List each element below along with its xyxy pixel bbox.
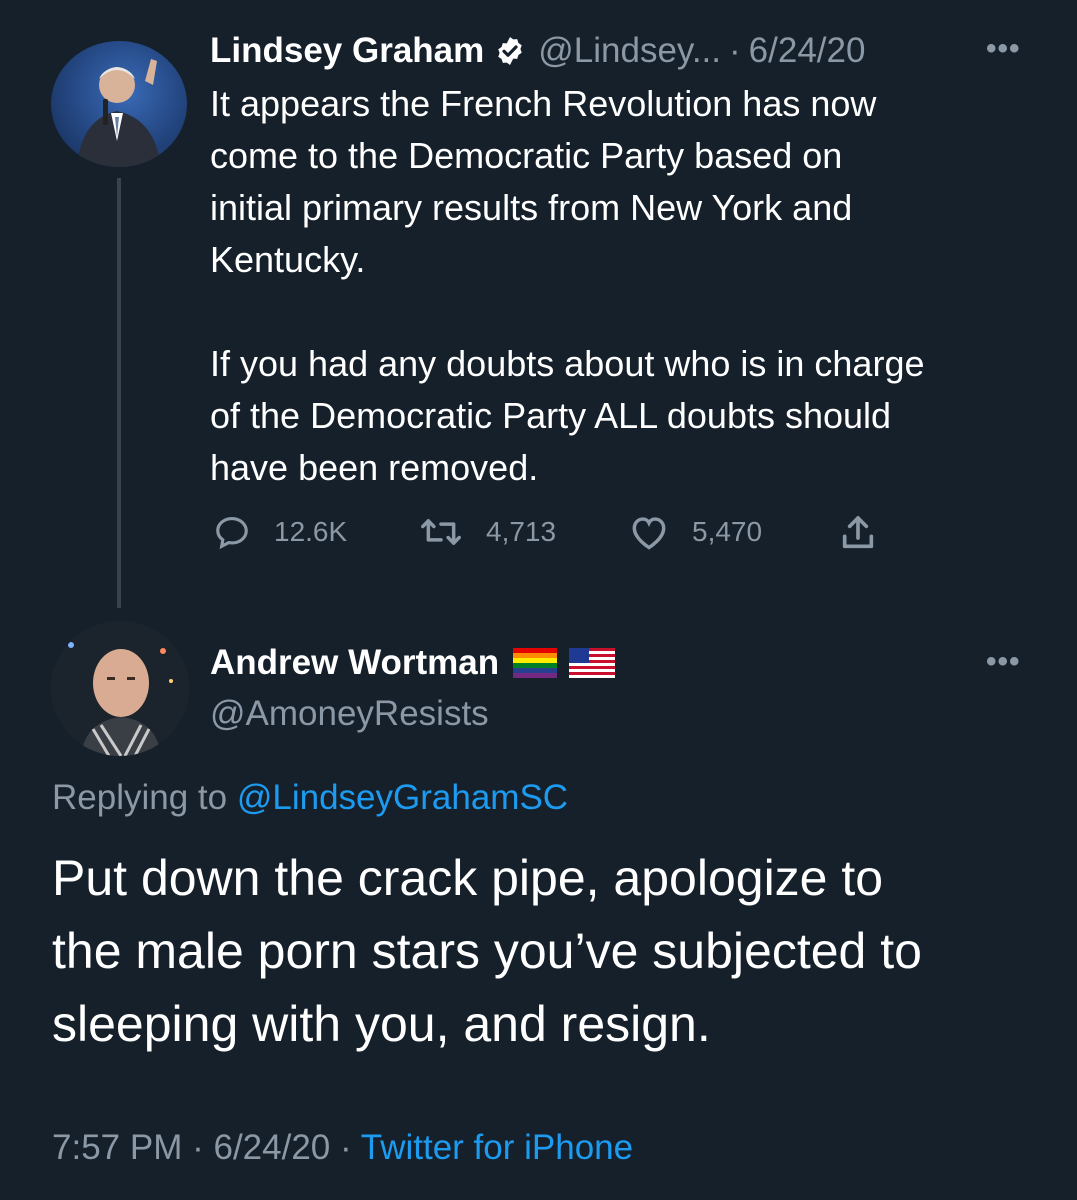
reply-author-name[interactable]: Andrew Wortman bbox=[210, 643, 499, 683]
rainbow-flag-icon bbox=[513, 648, 558, 678]
like-action-button[interactable]: 5,470 bbox=[628, 513, 762, 551]
replying-to-label: Replying to bbox=[52, 778, 228, 817]
us-flag-icon bbox=[569, 648, 616, 678]
parent-text-line: It appears the French Revolution has now bbox=[210, 83, 877, 124]
avatar-lindsey-graham[interactable] bbox=[51, 41, 187, 167]
parent-author-handle[interactable]: @Lindsey... bbox=[538, 31, 721, 71]
header-separator: · bbox=[729, 31, 741, 70]
avatar-portrait-image bbox=[51, 621, 189, 756]
avatar-portrait-image bbox=[77, 59, 161, 167]
parent-author-name[interactable]: Lindsey Graham bbox=[210, 31, 484, 71]
more-horizontal-icon[interactable]: ••• bbox=[986, 645, 1021, 679]
share-action-button[interactable] bbox=[838, 513, 900, 553]
parent-text-line bbox=[210, 286, 1050, 338]
parent-text-line: have been removed. bbox=[210, 447, 539, 488]
parent-tweet-date[interactable]: 6/24/20 bbox=[749, 31, 866, 71]
parent-text-line: of the Democratic Party ALL doubts shoul… bbox=[210, 395, 892, 436]
parent-tweet-header: Lindsey Graham @Lindsey... · 6/24/20 bbox=[210, 29, 865, 73]
retweet-action-button[interactable]: 4,713 bbox=[418, 513, 556, 551]
reply-action-button[interactable]: 12.6K bbox=[212, 513, 347, 551]
like-count: 5,470 bbox=[692, 516, 763, 547]
tweet-meta: 7:57 PM · 6/24/20 · Twitter for iPhone bbox=[52, 1128, 633, 1168]
more-horizontal-icon[interactable]: ••• bbox=[986, 32, 1021, 66]
parent-text-line: come to the Democratic Party based on bbox=[210, 135, 843, 176]
avatar-andrew-wortman[interactable] bbox=[51, 621, 189, 756]
reply-count: 12.6K bbox=[274, 516, 348, 547]
reply-text-line: the male porn stars you’ve subjected to bbox=[52, 923, 922, 979]
replying-to: Replying to @LindseyGrahamSC bbox=[52, 778, 568, 818]
reply-tweet-text: Put down the crack pipe, apologize to th… bbox=[52, 842, 1062, 1061]
tweet-time[interactable]: 7:57 PM bbox=[52, 1128, 182, 1167]
reply-text-line: sleeping with you, and resign. bbox=[52, 996, 711, 1052]
meta-separator: · bbox=[192, 1128, 204, 1167]
reply-tweet-header: Andrew Wortman bbox=[210, 641, 616, 685]
tweet-source-link[interactable]: Twitter for iPhone bbox=[361, 1128, 633, 1167]
meta-separator: · bbox=[340, 1128, 352, 1167]
heart-icon bbox=[632, 517, 666, 550]
parent-text-line: Kentucky. bbox=[210, 239, 366, 280]
retweet-icon bbox=[421, 519, 461, 545]
reply-text-line: Put down the crack pipe, apologize to bbox=[52, 850, 884, 906]
thread-connector-line bbox=[117, 178, 121, 608]
tweet-date[interactable]: 6/24/20 bbox=[213, 1128, 330, 1167]
parent-tweet-text: It appears the French Revolution has now… bbox=[210, 78, 1050, 494]
share-icon bbox=[842, 516, 874, 549]
parent-text-line: initial primary results from New York an… bbox=[210, 187, 853, 228]
reply-author-handle[interactable]: @AmoneyResists bbox=[210, 694, 489, 734]
reply-icon bbox=[216, 516, 248, 550]
verified-badge-icon bbox=[494, 35, 526, 67]
retweet-count: 4,713 bbox=[486, 516, 557, 547]
replying-to-handle-link[interactable]: @LindseyGrahamSC bbox=[237, 778, 568, 817]
parent-text-line: If you had any doubts about who is in ch… bbox=[210, 343, 925, 384]
